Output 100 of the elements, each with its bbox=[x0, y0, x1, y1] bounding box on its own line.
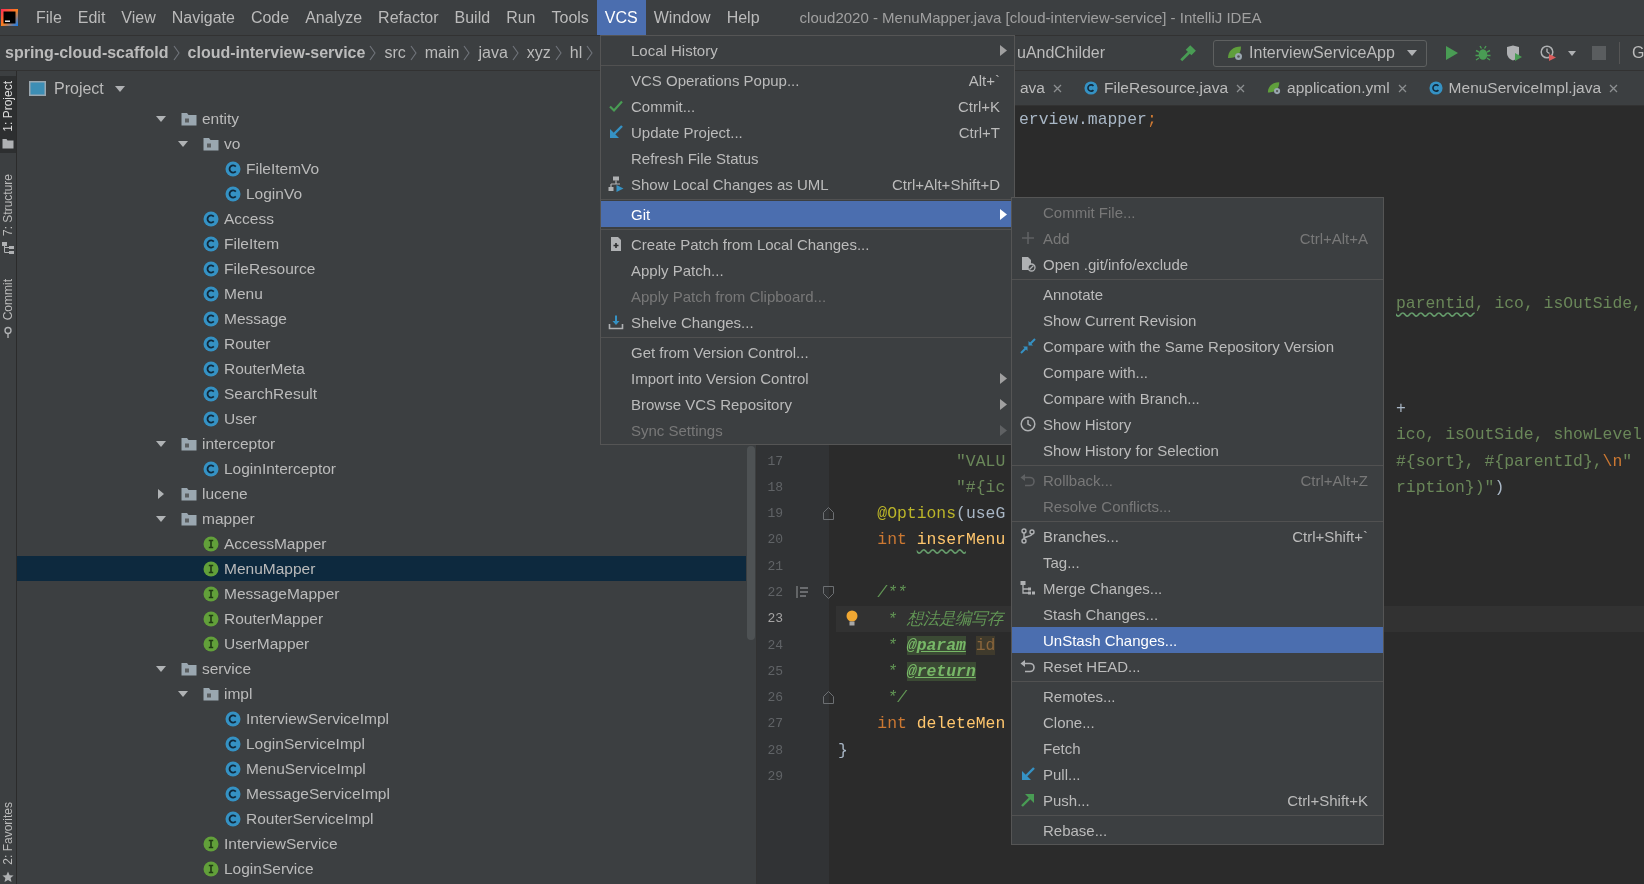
dropdown-option[interactable]: Clone... bbox=[1012, 709, 1383, 735]
config-selector[interactable]: InterviewServiceApp bbox=[1213, 39, 1428, 67]
top-bar-entry[interactable]: Help bbox=[718, 0, 768, 35]
tree-item[interactable]: Menu bbox=[173, 281, 263, 306]
breadcrumb[interactable]: src bbox=[384, 44, 406, 62]
toolbar-label[interactable]: G bbox=[1632, 44, 1644, 62]
dropdown-option[interactable]: Show Current Revision bbox=[1012, 307, 1383, 333]
dropdown-option[interactable]: Fetch bbox=[1012, 735, 1383, 761]
dropdown-option[interactable]: Import into Version Control bbox=[601, 365, 1014, 391]
breadcrumb[interactable]: xyz bbox=[526, 44, 551, 62]
breadcrumb[interactable]: hl bbox=[569, 44, 583, 62]
dropdown-option[interactable]: Shelve Changes... bbox=[601, 309, 1014, 335]
dropdown-option[interactable]: Compare with the Same Repository Version bbox=[1012, 333, 1383, 359]
dropdown-option[interactable]: VCS Operations Popup... Alt+` bbox=[601, 67, 1014, 93]
top-bar-entry[interactable]: File bbox=[28, 0, 70, 35]
fold-marker-icon[interactable] bbox=[823, 507, 834, 521]
scrollbar-thumb[interactable] bbox=[747, 446, 755, 640]
dropdown-option[interactable]: Browse VCS Repository bbox=[601, 391, 1014, 417]
tree-item[interactable]: Message bbox=[173, 306, 287, 331]
tree-item[interactable]: LoginService bbox=[173, 856, 314, 881]
tree-item[interactable]: LoginInterceptor bbox=[173, 456, 337, 481]
side-strip-tab[interactable]: 7: Structure bbox=[0, 168, 16, 258]
tree-item[interactable]: AccessMapper bbox=[173, 531, 327, 556]
disclosure-triangle-icon[interactable] bbox=[156, 488, 166, 499]
close-icon[interactable] bbox=[1397, 83, 1407, 93]
tree-item[interactable]: LoginVo bbox=[195, 181, 303, 206]
tree-item[interactable]: LoginServiceImpl bbox=[195, 731, 365, 756]
editor-tab[interactable]: ava bbox=[1015, 71, 1073, 105]
tree-item[interactable]: InterviewServiceImpl bbox=[195, 706, 389, 731]
editor-tab[interactable]: FileResource.java bbox=[1073, 71, 1257, 105]
tree-item[interactable]: RouterMeta bbox=[173, 356, 305, 381]
hammer-icon[interactable] bbox=[1179, 44, 1198, 62]
disclosure-triangle-icon[interactable] bbox=[178, 138, 188, 149]
dropdown-option[interactable]: Commit... Ctrl+K bbox=[601, 93, 1014, 119]
dropdown-option[interactable]: Show Local Changes as UML Ctrl+Alt+Shift+D bbox=[601, 171, 1014, 197]
dropdown-option[interactable]: Reset HEAD... bbox=[1012, 653, 1383, 679]
dropdown-option[interactable]: Create Patch from Local Changes... bbox=[601, 231, 1014, 257]
close-icon[interactable] bbox=[1236, 83, 1246, 93]
disclosure-triangle-icon[interactable] bbox=[156, 663, 166, 674]
top-bar-entry[interactable]: Run bbox=[498, 0, 544, 35]
dropdown-option[interactable]: Rebase... bbox=[1012, 817, 1383, 843]
tree-item[interactable]: InterviewService bbox=[173, 831, 338, 856]
tree-item[interactable]: RouterServiceImpl bbox=[195, 806, 374, 831]
tree-item[interactable]: impl bbox=[173, 681, 253, 706]
clock-play-icon[interactable] bbox=[1540, 45, 1557, 61]
side-strip-tab[interactable]: 2: Favorites bbox=[0, 797, 16, 884]
editor-tab[interactable]: application.yml bbox=[1256, 71, 1418, 105]
shield-play-icon[interactable] bbox=[1506, 45, 1523, 61]
dropdown-option[interactable]: Show History for Selection bbox=[1012, 437, 1383, 463]
lightbulb-icon[interactable] bbox=[846, 609, 858, 626]
top-bar-entry[interactable]: Build bbox=[446, 0, 499, 35]
breadcrumb[interactable]: uAndChilder bbox=[1017, 44, 1106, 62]
side-strip-tab[interactable]: Commit bbox=[0, 273, 16, 343]
breadcrumb[interactable]: main bbox=[424, 44, 460, 62]
dropdown-option[interactable]: Stash Changes... bbox=[1012, 601, 1383, 627]
fold-marker-icon[interactable] bbox=[823, 691, 834, 705]
disclosure-triangle-icon[interactable] bbox=[178, 688, 188, 699]
view-selector[interactable]: Project bbox=[29, 79, 125, 98]
dropdown-option[interactable]: Branches... Ctrl+Shift+` bbox=[1012, 523, 1383, 549]
dropdown-option[interactable]: Update Project... Ctrl+T bbox=[601, 119, 1014, 145]
dropdown-option[interactable]: Compare with Branch... bbox=[1012, 385, 1383, 411]
dropdown-option[interactable]: Refresh File Status bbox=[601, 145, 1014, 171]
tree-item[interactable]: entity bbox=[151, 106, 240, 131]
top-bar-entry[interactable]: VCS bbox=[596, 0, 646, 35]
tree-item[interactable]: service bbox=[151, 656, 252, 681]
dropdown-option[interactable]: Git bbox=[601, 201, 1014, 227]
tree-item[interactable]: MessageServiceImpl bbox=[195, 781, 390, 806]
top-bar-entry[interactable]: Tools bbox=[543, 0, 597, 35]
bug-icon[interactable] bbox=[1475, 45, 1492, 61]
top-bar-entry[interactable]: Analyze bbox=[297, 0, 371, 35]
tree-item[interactable]: FileItemVo bbox=[195, 156, 320, 181]
breadcrumb[interactable]: java bbox=[478, 44, 508, 62]
close-icon[interactable] bbox=[1053, 83, 1062, 93]
dropdown-option[interactable]: Push... Ctrl+Shift+K bbox=[1012, 787, 1383, 813]
fold-marker-icon[interactable] bbox=[823, 586, 834, 599]
tree-item[interactable]: Access bbox=[173, 206, 274, 231]
disclosure-triangle-icon[interactable] bbox=[156, 113, 166, 124]
dropdown-option[interactable]: Annotate bbox=[1012, 281, 1383, 307]
dropdown-option[interactable]: UnStash Changes... bbox=[1012, 627, 1383, 653]
dropdown-option[interactable]: Remotes... bbox=[1012, 683, 1383, 709]
top-bar-entry[interactable]: Window bbox=[645, 0, 719, 35]
tree-item[interactable]: User bbox=[173, 406, 257, 431]
dropdown-option[interactable]: Pull... bbox=[1012, 761, 1383, 787]
dropdown-option[interactable]: Merge Changes... bbox=[1012, 575, 1383, 601]
breadcrumb[interactable]: spring-cloud-scaffold bbox=[5, 44, 169, 62]
dropdown-option[interactable]: Local History bbox=[601, 37, 1014, 63]
tree-item[interactable]: vo bbox=[173, 131, 241, 156]
dropdown-option[interactable]: Get from Version Control... bbox=[601, 339, 1014, 365]
side-strip-tab[interactable]: 1: Project bbox=[0, 76, 16, 153]
dropdown-option[interactable]: Show History bbox=[1012, 411, 1383, 437]
dropdown-option[interactable]: Compare with... bbox=[1012, 359, 1383, 385]
disclosure-triangle-icon[interactable] bbox=[156, 513, 166, 524]
close-icon[interactable] bbox=[1609, 83, 1619, 93]
tree-item[interactable]: RouterMapper bbox=[173, 606, 324, 631]
tree-item[interactable]: MenuMapper bbox=[17, 556, 746, 581]
dropdown-option[interactable]: Open .git/info/exclude bbox=[1012, 251, 1383, 277]
caret-down-icon[interactable] bbox=[1568, 50, 1577, 56]
tree-item[interactable]: UserMapper bbox=[173, 631, 310, 656]
tree-item[interactable]: MenuServiceImpl bbox=[195, 756, 366, 781]
tree-item[interactable]: SearchResult bbox=[173, 381, 318, 406]
